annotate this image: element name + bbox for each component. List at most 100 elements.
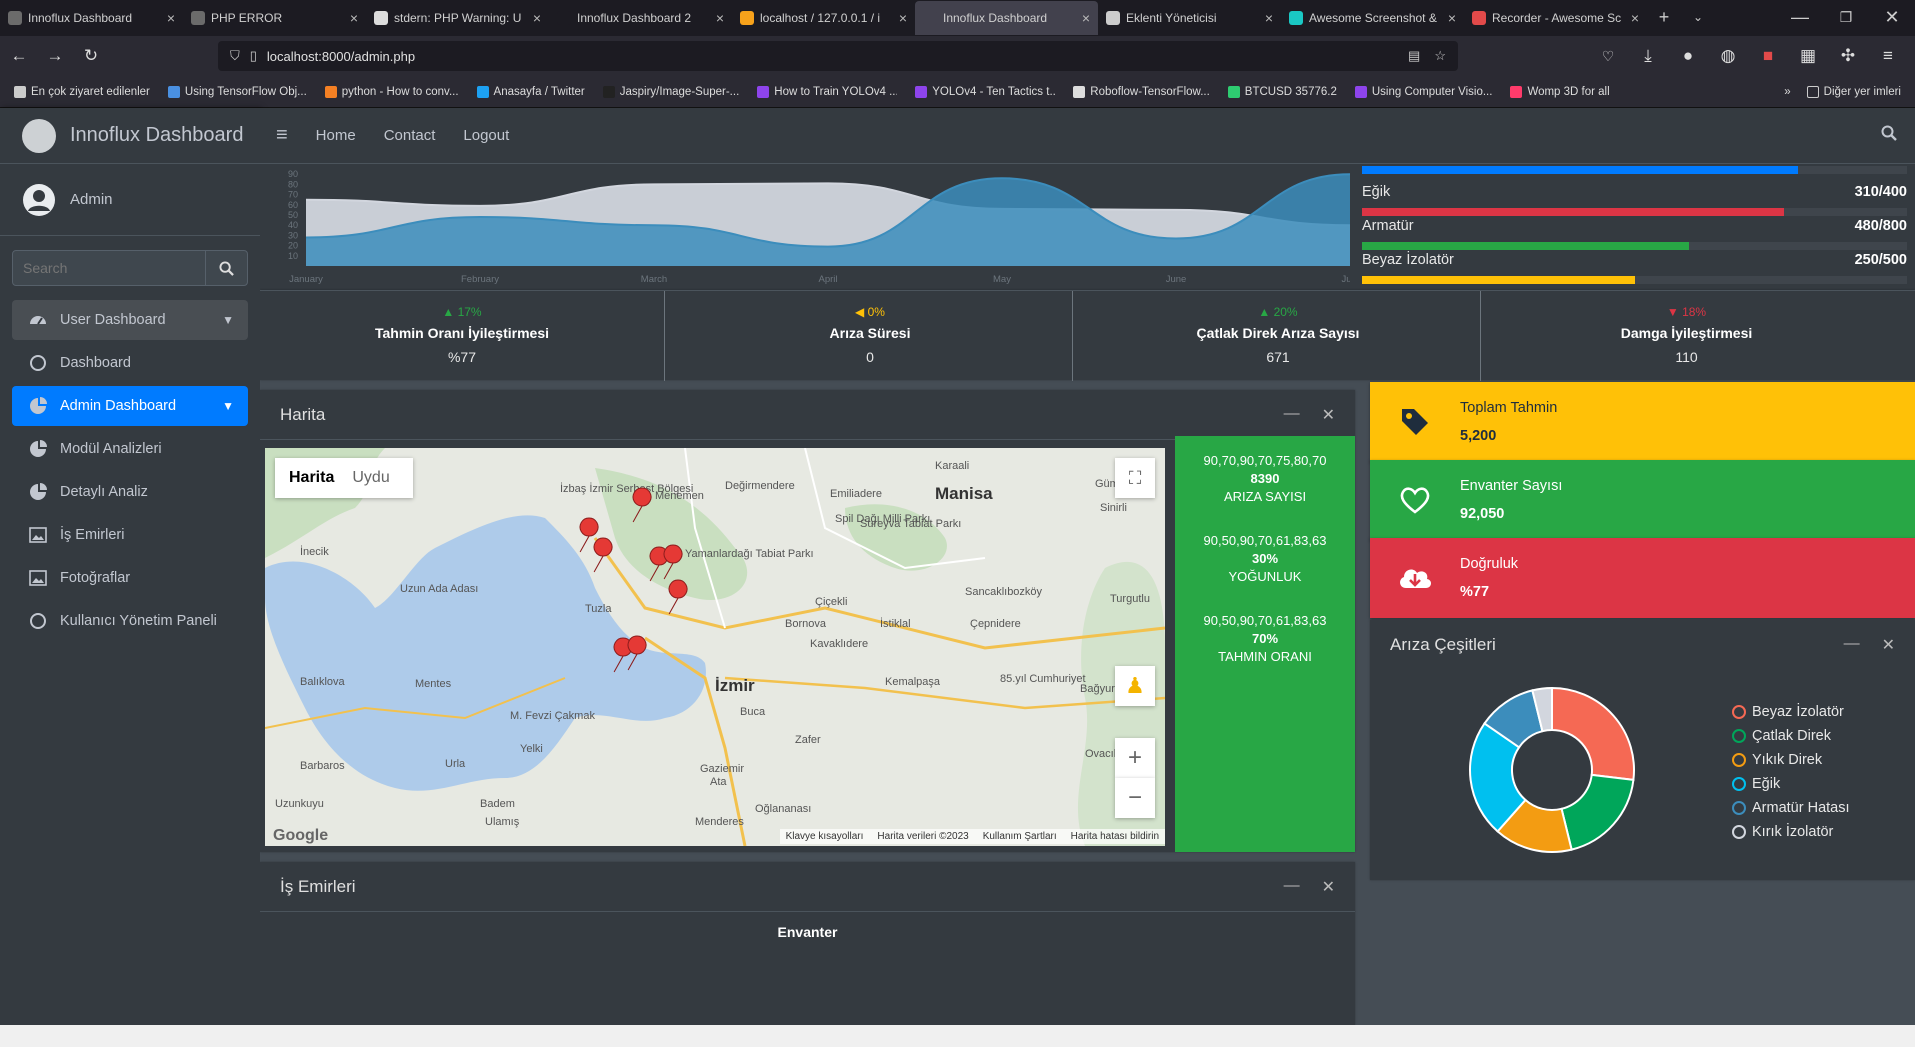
browser-tab-6[interactable]: Eklenti Yöneticisi ×	[1098, 1, 1281, 35]
restore-window-icon[interactable]: ❐	[1823, 0, 1869, 34]
nav-contact[interactable]: Contact	[384, 127, 436, 144]
report-error-link[interactable]: Harita hatası bildirin	[1071, 831, 1159, 842]
tab-close-icon[interactable]: ×	[350, 10, 358, 26]
bookmark-item[interactable]: How to Train YOLOv4 ...	[757, 85, 897, 98]
browser-tab-4[interactable]: localhost / 127.0.0.1 / i ×	[732, 1, 915, 35]
street-view-pegman-icon[interactable]: ♟	[1115, 666, 1155, 706]
brand-link[interactable]: Innoflux Dashboard	[0, 108, 260, 164]
keyboard-shortcuts-link[interactable]: Klavye kısayolları	[786, 831, 864, 842]
sidebar-item-1[interactable]: Dashboard	[12, 343, 248, 383]
tab-close-icon[interactable]: ×	[533, 10, 541, 26]
tab-close-icon[interactable]: ×	[1631, 10, 1639, 26]
browser-tab-7[interactable]: Awesome Screenshot & ×	[1281, 1, 1464, 35]
reader-view-icon[interactable]: ▤	[1408, 48, 1420, 64]
bookmark-item[interactable]: Roboflow-TensorFlow...	[1073, 85, 1210, 98]
close-window-icon[interactable]: ✕	[1869, 0, 1915, 34]
nav-logout[interactable]: Logout	[463, 127, 509, 144]
sidebar-item-5[interactable]: İş Emirleri	[12, 515, 248, 555]
menu-hamburger-icon[interactable]: ≡	[1871, 39, 1905, 73]
browser-tab-2[interactable]: stdern: PHP Warning: U ×	[366, 1, 549, 35]
browser-tab-3[interactable]: Innoflux Dashboard 2 ×	[549, 1, 732, 35]
back-arrow-icon[interactable]: ←	[2, 39, 36, 73]
sidebar-item-2[interactable]: Admin Dashboard ▼	[12, 386, 248, 426]
sidebar-item-0[interactable]: User Dashboard ▼	[12, 300, 248, 340]
work-orders-title: İş Emirleri	[280, 876, 356, 896]
forward-arrow-icon[interactable]: →	[38, 39, 72, 73]
bookmark-star-icon[interactable]: ☆	[1434, 48, 1446, 64]
zoom-in-icon[interactable]: +	[1115, 738, 1155, 778]
zoom-out-icon[interactable]: −	[1115, 778, 1155, 818]
browser-tab-5[interactable]: Innoflux Dashboard ×	[915, 1, 1098, 35]
bookmark-item[interactable]: YOLOv4 - Ten Tactics t...	[915, 85, 1055, 98]
sidebar-item-4[interactable]: Detaylı Analiz	[12, 472, 248, 512]
sidebar-search	[12, 250, 248, 286]
legend-item[interactable]: Eğik	[1732, 772, 1850, 796]
legend-item[interactable]: Kırık İzolatör	[1732, 820, 1850, 844]
tab-close-icon[interactable]: ×	[167, 10, 175, 26]
y-tick-label: 10	[288, 251, 298, 261]
collapse-icon[interactable]: —	[1844, 635, 1860, 655]
map-type-harita[interactable]: Harita	[275, 469, 348, 487]
stat-label: Çatlak Direk Arıza Sayısı	[1196, 325, 1360, 341]
map-card-header: Harita — ✕	[260, 390, 1355, 440]
sidebar-item-7[interactable]: Kullanıcı Yönetim Paneli	[12, 601, 248, 641]
collapse-icon[interactable]: —	[1284, 405, 1300, 425]
tab-list-chevron-icon[interactable]: ⌄	[1681, 0, 1715, 34]
sidebar-item-6[interactable]: Fotoğraflar	[12, 558, 248, 598]
bookmark-item[interactable]: Using TensorFlow Obj...	[167, 85, 307, 98]
fault-types-title: Arıza Çeşitleri	[1390, 635, 1496, 654]
legend-item[interactable]: Beyaz İzolatör	[1732, 700, 1850, 724]
search-button[interactable]	[205, 251, 247, 285]
user-panel[interactable]: Admin	[0, 164, 260, 236]
recorder-icon[interactable]: ■	[1751, 39, 1785, 73]
bookmark-item[interactable]: python - How to conv...	[324, 85, 459, 98]
browser-tab-8[interactable]: Recorder - Awesome Sc ×	[1464, 1, 1647, 35]
browser-tab-1[interactable]: PHP ERROR ×	[183, 1, 366, 35]
close-icon[interactable]: ✕	[1322, 405, 1335, 425]
pocket-icon[interactable]: ♡	[1591, 39, 1625, 73]
info-box-label: Envanter Sayısı	[1460, 478, 1563, 494]
bookmark-item[interactable]: Jaspiry/Image-Super-...	[602, 85, 739, 98]
y-tick-label: 90	[288, 169, 298, 179]
bookmarks-overflow-icon[interactable]: »	[1784, 86, 1790, 98]
map-type-uydu[interactable]: Uydu	[348, 469, 393, 487]
download-icon[interactable]: ⤓	[1631, 39, 1665, 73]
bookmark-item[interactable]: BTCUSD 35776.2	[1227, 85, 1337, 98]
tab-close-icon[interactable]: ×	[1448, 10, 1456, 26]
sidebar-toggle-icon[interactable]: ≡	[276, 124, 288, 147]
progress-fill	[1362, 242, 1689, 250]
google-map[interactable]: Manisa İzmir Menemen Tuzla Buca Gaziemir Kemal…	[265, 448, 1165, 846]
bookmark-item[interactable]: Using Computer Visio...	[1354, 85, 1492, 98]
tab-close-icon[interactable]: ×	[1082, 10, 1090, 26]
tab-close-icon[interactable]: ×	[1265, 10, 1273, 26]
close-icon[interactable]: ✕	[1882, 635, 1895, 655]
bookmark-item[interactable]: Anasayfa / Twitter	[476, 85, 585, 98]
sidebar: Innoflux Dashboard Admin User Dashboard ▼…	[0, 108, 260, 1025]
sidebar-search-input[interactable]	[13, 251, 205, 285]
fullscreen-icon[interactable]: ⛶	[1115, 458, 1155, 498]
browser-tab-0[interactable]: Innoflux Dashboard ×	[0, 1, 183, 35]
extension-icon[interactable]: ◍	[1711, 39, 1745, 73]
navbar-search-icon[interactable]	[1881, 125, 1897, 146]
nav-home[interactable]: Home	[316, 127, 356, 144]
legend-circle-icon	[1732, 753, 1746, 767]
tab-close-icon[interactable]: ×	[899, 10, 907, 26]
new-tab-plus-icon[interactable]: +	[1647, 0, 1681, 34]
legend-item[interactable]: Yıkık Direk	[1732, 748, 1850, 772]
bookmark-item[interactable]: Womp 3D for all	[1510, 85, 1610, 98]
ublock-icon[interactable]: ●	[1671, 39, 1705, 73]
extensions-puzzle-icon[interactable]: ✣	[1831, 39, 1865, 73]
minimize-window-icon[interactable]: —	[1777, 0, 1823, 34]
screenshot-icon[interactable]: ▦	[1791, 39, 1825, 73]
sidebar-item-3[interactable]: Modül Analizleri	[12, 429, 248, 469]
terms-link[interactable]: Kullanım Şartları	[983, 831, 1057, 842]
other-bookmarks[interactable]: Diğer yer imleri	[1806, 85, 1901, 98]
address-field[interactable]: ⛉ ▯ localhost:8000/admin.php ▤ ☆	[218, 41, 1458, 71]
bookmark-item[interactable]: En çok ziyaret edilenler	[14, 85, 150, 98]
collapse-icon[interactable]: —	[1284, 877, 1300, 897]
close-icon[interactable]: ✕	[1322, 877, 1335, 897]
legend-item[interactable]: Armatür Hatası	[1732, 796, 1850, 820]
legend-item[interactable]: Çatlak Direk	[1732, 724, 1850, 748]
tab-close-icon[interactable]: ×	[716, 10, 724, 26]
reload-icon[interactable]: ↻	[74, 39, 108, 73]
